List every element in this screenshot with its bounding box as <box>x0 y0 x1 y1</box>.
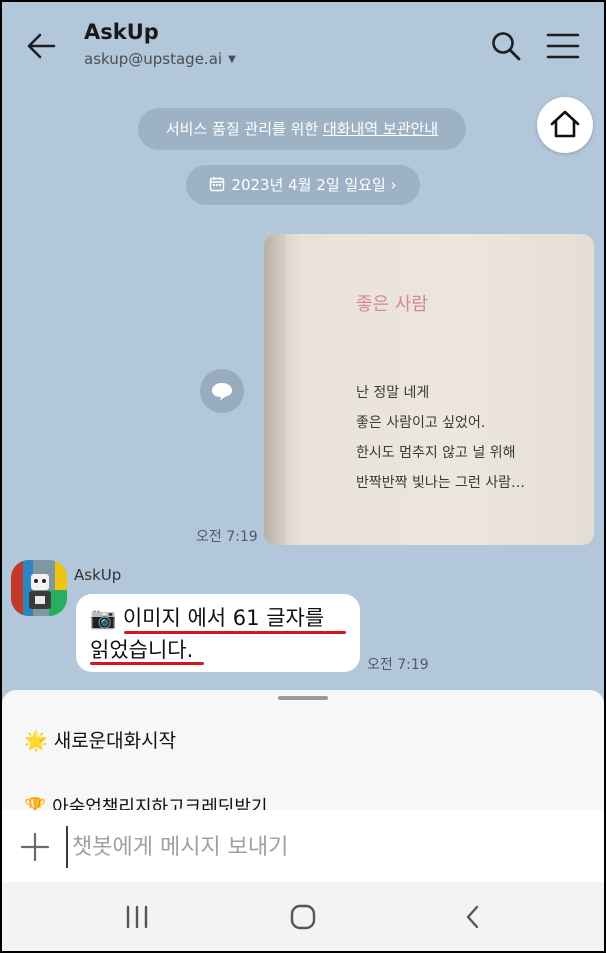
red-underline-annotation <box>90 662 204 665</box>
search-icon <box>492 32 521 61</box>
photo-text-line: 한시도 멈추지 않고 널 위해 <box>356 445 516 461</box>
recent-apps-button[interactable] <box>120 900 154 934</box>
bot-message-line-2: 읽었습니다. <box>90 638 194 662</box>
message-composer <box>2 810 604 882</box>
photo-text-line: 난 정말 네게 <box>356 385 430 401</box>
home-button[interactable] <box>537 97 593 153</box>
camera-icon: 📷 <box>90 606 117 630</box>
retention-notice: 서비스 품질 관리를 위한 대화내역 보관안내 <box>138 108 466 150</box>
bot-sender-name: AskUp <box>74 566 122 584</box>
photo-text-line: 반짝반짝 빛나는 그런 사람… <box>356 475 526 491</box>
red-underline-annotation <box>124 631 346 634</box>
home-nav-button[interactable] <box>286 900 320 934</box>
chat-screen: AskUp askup@upstage.ai ▼ 서비스 품질 관리를 위한 대화… <box>2 2 604 951</box>
plus-icon <box>20 832 50 862</box>
back-nav-icon <box>466 905 479 929</box>
date-label: 2023년 4월 2일 일요일 <box>231 176 386 194</box>
back-arrow-icon <box>27 33 56 59</box>
share-button[interactable] <box>200 369 244 413</box>
attach-button[interactable] <box>20 832 50 862</box>
quick-action-label: 새로운대화시작 <box>53 730 177 752</box>
back-nav-button[interactable] <box>456 900 490 934</box>
chat-header: AskUp askup@upstage.ai ▼ <box>2 2 604 90</box>
sheet-drag-handle[interactable] <box>278 696 328 700</box>
recent-apps-icon <box>126 905 148 929</box>
photo-text-line: 좋은 사람이고 싶었어. <box>356 415 486 431</box>
sent-timestamp: 오전 7:19 <box>196 529 258 545</box>
account-selector[interactable]: askup@upstage.ai ▼ <box>84 50 236 68</box>
home-nav-icon <box>290 904 316 930</box>
photo-title-text: 좋은 사람 <box>356 294 428 315</box>
bot-message-line-1: 📷 이미지 에서 61 글자를 <box>90 602 324 632</box>
message-input[interactable] <box>66 826 574 868</box>
menu-icon <box>546 33 580 59</box>
bot-message-text-1: 이미지 에서 61 글자를 <box>122 606 325 630</box>
bot-avatar[interactable] <box>11 560 67 616</box>
sent-photo[interactable]: 좋은 사람 난 정말 네게 좋은 사람이고 싶었어. 한시도 멈추지 않고 널 … <box>264 234 594 545</box>
account-label: askup@upstage.ai <box>84 50 223 68</box>
robot-avatar-icon <box>11 560 67 616</box>
retention-notice-link[interactable]: 대화내역 보관안내 <box>323 120 438 138</box>
home-icon <box>550 110 580 138</box>
star-icon: 🌟 <box>24 730 48 752</box>
book-spine <box>264 234 286 545</box>
notice-text: 서비스 품질 관리를 위한 <box>165 120 323 138</box>
bot-message-bubble[interactable]: 📷 이미지 에서 61 글자를 읽었습니다. <box>76 594 360 672</box>
menu-button[interactable] <box>544 28 582 64</box>
chat-title: AskUp <box>84 20 159 44</box>
bot-timestamp: 오전 7:19 <box>367 657 429 673</box>
system-navigation-bar <box>2 882 604 951</box>
date-divider[interactable]: 2023년 4월 2일 일요일 › <box>186 165 420 205</box>
back-button[interactable] <box>22 26 62 66</box>
dropdown-caret-icon: ▼ <box>228 54 236 65</box>
share-icon <box>212 383 232 401</box>
quick-action-new-chat[interactable]: 🌟 새로운대화시작 <box>24 726 176 753</box>
calendar-icon <box>210 177 225 192</box>
chevron-right-icon: › <box>390 176 397 194</box>
search-button[interactable] <box>488 28 524 64</box>
